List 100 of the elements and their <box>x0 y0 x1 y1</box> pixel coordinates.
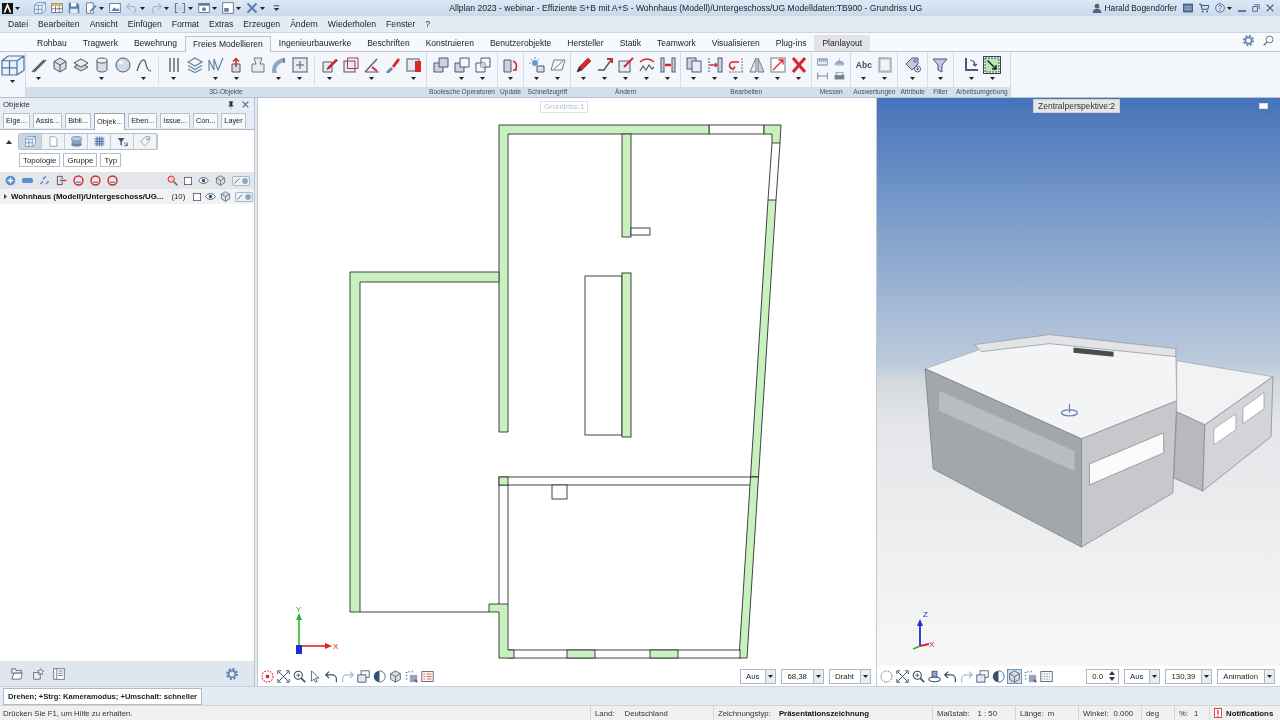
cube-icon[interactable] <box>51 57 68 73</box>
caret-icon[interactable] <box>534 77 540 80</box>
ribbon-tab[interactable]: Visualisieren <box>703 35 768 51</box>
caret-icon[interactable] <box>1149 669 1160 683</box>
window-icon[interactable] <box>198 2 210 14</box>
caret-icon[interactable] <box>602 77 608 80</box>
table-icon[interactable] <box>51 2 63 14</box>
rotate-arrow-icon[interactable] <box>727 57 744 73</box>
zoom-icon[interactable] <box>167 175 178 186</box>
caret-icon[interactable] <box>234 77 239 80</box>
caret-icon[interactable] <box>861 77 867 80</box>
dimension-icon[interactable] <box>817 72 829 80</box>
ribbon-tab[interactable]: Beschriften <box>359 35 418 51</box>
caret-icon[interactable] <box>171 77 176 80</box>
list-icon[interactable] <box>421 669 434 683</box>
minimize-icon[interactable] <box>1238 9 1246 12</box>
caret-icon[interactable] <box>882 77 888 80</box>
pen-toggle-icon[interactable] <box>232 175 250 186</box>
orbit-icon[interactable] <box>928 669 941 683</box>
overlapping-squares-icon[interactable] <box>454 57 470 73</box>
save-icon[interactable] <box>68 2 80 14</box>
close-icon[interactable] <box>242 101 249 108</box>
app-logo-icon[interactable] <box>2 2 13 14</box>
ribbon-tab[interactable]: Hersteller <box>559 35 612 51</box>
sphere-icon[interactable] <box>114 57 131 73</box>
dotted-list-icon[interactable] <box>1040 669 1053 683</box>
pointer-icon[interactable] <box>309 669 322 683</box>
ribbon-tab[interactable]: Benutzerobjekte <box>481 35 560 51</box>
caret-icon[interactable] <box>775 77 781 80</box>
cylinder-icon[interactable] <box>93 57 110 73</box>
caret-icon[interactable] <box>691 77 697 80</box>
caret-icon[interactable] <box>937 77 943 80</box>
caret-icon[interactable] <box>36 77 41 80</box>
pin-icon[interactable] <box>228 100 234 109</box>
layers-icon[interactable] <box>186 57 203 73</box>
caret-icon[interactable] <box>796 77 802 80</box>
cube-icon[interactable] <box>1008 669 1021 683</box>
curve-icon[interactable] <box>135 57 152 73</box>
ruler-icon[interactable] <box>817 58 829 66</box>
menu-item[interactable]: Einfügen <box>122 19 167 29</box>
caret-icon[interactable] <box>10 80 15 83</box>
help-icon[interactable] <box>1215 3 1225 13</box>
cube-icon[interactable] <box>220 191 232 202</box>
cube-icon[interactable] <box>215 175 226 186</box>
menu-item[interactable]: Ändern <box>285 19 323 29</box>
menu-item[interactable]: Ansicht <box>84 19 123 29</box>
caret-icon[interactable] <box>15 6 20 10</box>
filter-icon[interactable] <box>932 57 949 73</box>
window-stack-icon[interactable] <box>976 669 989 683</box>
checkbox-icon[interactable] <box>184 176 192 185</box>
half-circle-icon[interactable] <box>373 669 386 683</box>
zoom-icon[interactable] <box>912 669 925 683</box>
dotted-box-icon[interactable] <box>1024 669 1037 683</box>
caret-icon[interactable] <box>188 6 193 10</box>
fit-arrows-icon[interactable] <box>277 669 290 683</box>
cube-frame-icon[interactable] <box>0 55 25 76</box>
delete-icon[interactable] <box>790 57 807 73</box>
collapse-icon[interactable] <box>6 139 12 144</box>
caret-icon[interactable] <box>665 77 671 80</box>
zoom-icon[interactable] <box>293 669 306 683</box>
close-icon[interactable] <box>1266 4 1274 12</box>
caret-icon[interactable] <box>812 669 823 683</box>
caret-icon[interactable] <box>141 77 146 80</box>
eye-icon[interactable] <box>198 177 209 184</box>
menu-item[interactable]: ? <box>420 19 436 29</box>
fit-arrows-icon[interactable] <box>896 669 909 683</box>
settings-icon[interactable] <box>226 667 238 680</box>
caret-icon[interactable] <box>555 77 561 80</box>
caret-icon[interactable] <box>327 77 332 80</box>
customize-caret-icon[interactable] <box>273 5 280 11</box>
pencil-icon[interactable] <box>575 57 592 73</box>
sweep-icon[interactable] <box>270 57 287 73</box>
caret-icon[interactable] <box>369 77 374 80</box>
line-icon[interactable] <box>30 57 47 73</box>
cart-icon[interactable] <box>1199 3 1209 13</box>
list-window-icon[interactable] <box>1183 3 1193 13</box>
ring-icon[interactable] <box>107 175 118 186</box>
caret-icon[interactable] <box>276 77 281 80</box>
ribbon-tab[interactable]: Teamwork <box>648 35 704 51</box>
loft-icon[interactable] <box>249 57 266 73</box>
diagonal-arrow-icon[interactable] <box>984 57 1001 73</box>
ribbon-tab[interactable]: Plug-ins <box>767 35 815 51</box>
search-icon[interactable] <box>1263 35 1274 46</box>
caret-icon[interactable] <box>480 77 486 80</box>
move-icon[interactable] <box>706 57 723 73</box>
edit-page-icon[interactable] <box>85 2 97 14</box>
target-icon[interactable] <box>261 669 274 683</box>
caret-icon[interactable] <box>236 6 241 10</box>
caret-icon[interactable] <box>623 77 629 80</box>
half-filled-box-icon[interactable] <box>405 57 422 73</box>
add-icon[interactable] <box>5 175 16 186</box>
ring-icon[interactable] <box>90 175 101 186</box>
copy-icon[interactable] <box>685 57 702 73</box>
folder-icon[interactable] <box>11 667 23 680</box>
menu-item[interactable]: Wiederholen <box>322 19 382 29</box>
spin-arrows-icon[interactable] <box>1109 671 1116 681</box>
menu-item[interactable]: Format <box>166 19 204 29</box>
menu-item[interactable]: Extras <box>204 19 239 29</box>
ribbon-tab[interactable]: Tragwerk <box>74 35 126 51</box>
plane-icon[interactable] <box>72 57 89 73</box>
